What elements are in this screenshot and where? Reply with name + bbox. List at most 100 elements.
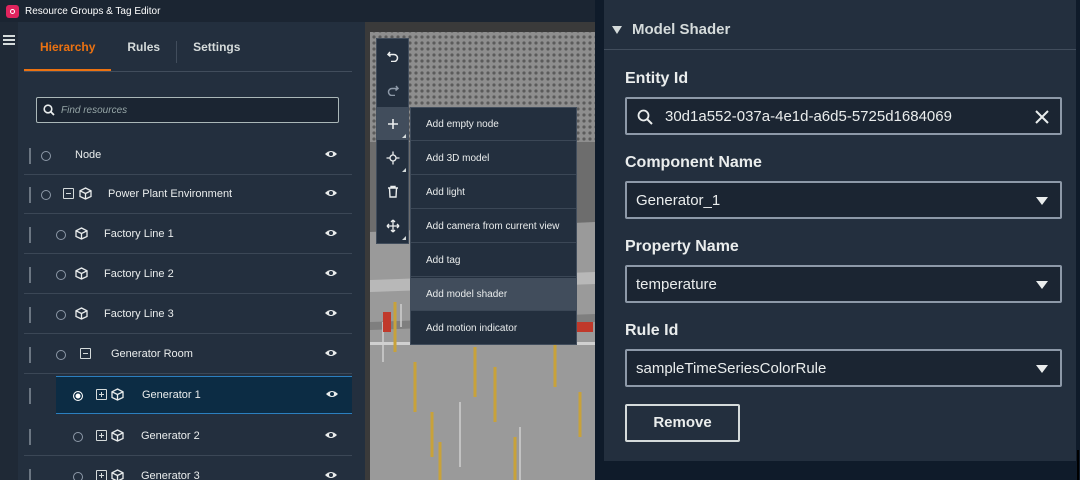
select-radio[interactable] (56, 230, 66, 240)
add-object-menu: Add empty node Add 3D model Add light Ad… (410, 107, 577, 345)
window-title: Resource Groups & Tag Editor (25, 5, 161, 17)
visibility-eye-icon[interactable] (325, 389, 339, 399)
expand-icon[interactable] (96, 389, 107, 400)
cube-icon (111, 429, 124, 442)
visibility-eye-icon[interactable] (324, 430, 338, 440)
visibility-eye-icon[interactable] (324, 228, 338, 238)
tree-row-label: Power Plant Environment (108, 188, 233, 200)
app-icon (6, 4, 19, 18)
tabs-divider (24, 71, 352, 72)
tree-guide (29, 307, 31, 323)
tree-row-factory-line-3[interactable]: Factory Line 3 (24, 296, 352, 334)
select-radio[interactable] (41, 151, 51, 161)
tree-row-generator-3[interactable]: Generator 3 (24, 458, 352, 480)
menu-add-light[interactable]: Add light (411, 176, 576, 209)
tree-row-label: Factory Line 2 (104, 268, 174, 280)
undo-button[interactable] (377, 39, 408, 72)
tree-guide (29, 148, 31, 164)
rule-id-select[interactable]: sampleTimeSeriesColorRule (625, 349, 1062, 387)
tree-row-label: Generator 2 (141, 430, 200, 442)
visibility-eye-icon[interactable] (324, 188, 338, 198)
search-placeholder: Find resources (61, 104, 128, 116)
hierarchy-panel: Hierarchy Rules Settings Find resources … (24, 22, 352, 480)
scene-composer-window: Resource Groups & Tag Editor Hierarchy R… (0, 0, 595, 480)
trash-icon (387, 185, 398, 198)
tab-settings[interactable]: Settings (177, 32, 256, 72)
redo-icon (387, 85, 399, 96)
clear-icon[interactable] (1034, 109, 1050, 125)
transform-button[interactable] (377, 141, 408, 174)
left-rail (0, 22, 18, 480)
collapse-icon[interactable] (80, 348, 91, 359)
menu-add-3d-model[interactable]: Add 3D model (411, 142, 576, 175)
tree-row-label: Factory Line 3 (104, 308, 174, 320)
add-button[interactable] (377, 107, 408, 140)
tree-row-label: Generator 3 (141, 470, 200, 480)
select-radio[interactable] (73, 472, 83, 480)
component-name-value: Generator_1 (636, 192, 721, 209)
menu-add-tag[interactable]: Add tag (411, 244, 576, 277)
rule-id-value: sampleTimeSeriesColorRule (636, 360, 827, 377)
select-radio[interactable] (73, 391, 83, 401)
select-radio[interactable] (56, 310, 66, 320)
visibility-eye-icon[interactable] (324, 308, 338, 318)
search-input[interactable]: Find resources (36, 97, 339, 123)
cube-icon (79, 187, 92, 200)
model-shader-section: Model Shader Entity Id 30d1a552-037a-4e1… (604, 0, 1076, 461)
component-name-select[interactable]: Generator_1 (625, 181, 1062, 219)
move-arrows-icon (386, 219, 399, 232)
entity-id-field[interactable]: 30d1a552-037a-4e1d-a6d5-5725d1684069 (625, 97, 1062, 135)
tree-row-node[interactable]: Node (24, 137, 352, 175)
property-name-select[interactable]: temperature (625, 265, 1062, 303)
menu-add-camera[interactable]: Add camera from current view (411, 210, 576, 243)
menu-add-empty-node[interactable]: Add empty node (411, 108, 576, 141)
search-icon (637, 109, 653, 125)
visibility-eye-icon[interactable] (324, 348, 338, 358)
tree-row-label: Generator 1 (142, 389, 201, 401)
undo-icon (386, 51, 398, 62)
select-radio[interactable] (41, 190, 51, 200)
visibility-eye-icon[interactable] (324, 149, 338, 159)
tree-row-power-plant-environment[interactable]: Power Plant Environment (24, 176, 352, 214)
cube-icon (111, 469, 124, 480)
visibility-eye-icon[interactable] (324, 268, 338, 278)
property-name-value: temperature (636, 276, 717, 293)
search-icon (43, 104, 55, 116)
tree-guide (29, 267, 31, 283)
caret-down-icon (612, 25, 622, 34)
select-radio[interactable] (73, 432, 83, 442)
remove-button[interactable]: Remove (625, 404, 740, 442)
window-edge (1077, 450, 1079, 480)
entity-id-label: Entity Id (625, 70, 689, 87)
section-header[interactable]: Model Shader (604, 10, 1076, 50)
hamburger-menu-icon[interactable] (3, 35, 15, 47)
expand-icon[interactable] (96, 470, 107, 480)
chevron-down-icon (1036, 365, 1048, 373)
viewport-toolbar (376, 38, 409, 244)
collapse-icon[interactable] (63, 188, 74, 199)
redo-button[interactable] (377, 73, 408, 106)
tree-row-factory-line-2[interactable]: Factory Line 2 (24, 256, 352, 294)
select-radio[interactable] (56, 270, 66, 280)
tree-row-generator-1[interactable]: Generator 1 (29, 376, 352, 414)
expand-icon[interactable] (96, 430, 107, 441)
tree-row-factory-line-1[interactable]: Factory Line 1 (24, 216, 352, 254)
component-name-label: Component Name (625, 154, 762, 171)
tree-guide (29, 187, 31, 203)
cube-icon (75, 227, 88, 240)
visibility-eye-icon[interactable] (324, 470, 338, 480)
select-radio[interactable] (56, 350, 66, 360)
menu-add-model-shader[interactable]: Add model shader (411, 278, 576, 311)
delete-button[interactable] (377, 175, 408, 208)
cube-icon (75, 307, 88, 320)
window-titlebar: Resource Groups & Tag Editor (0, 0, 595, 22)
tab-hierarchy[interactable]: Hierarchy (24, 32, 112, 72)
tree-row-generator-room[interactable]: Generator Room (24, 336, 352, 374)
inspector-panel: Model Shader Entity Id 30d1a552-037a-4e1… (595, 0, 1080, 480)
chevron-down-icon (1036, 197, 1048, 205)
tree-row-generator-2[interactable]: Generator 2 (24, 418, 352, 456)
transform-icon (386, 151, 399, 164)
move-button[interactable] (377, 209, 408, 242)
menu-add-motion-indicator[interactable]: Add motion indicator (411, 312, 576, 345)
tab-rules[interactable]: Rules (111, 32, 176, 72)
